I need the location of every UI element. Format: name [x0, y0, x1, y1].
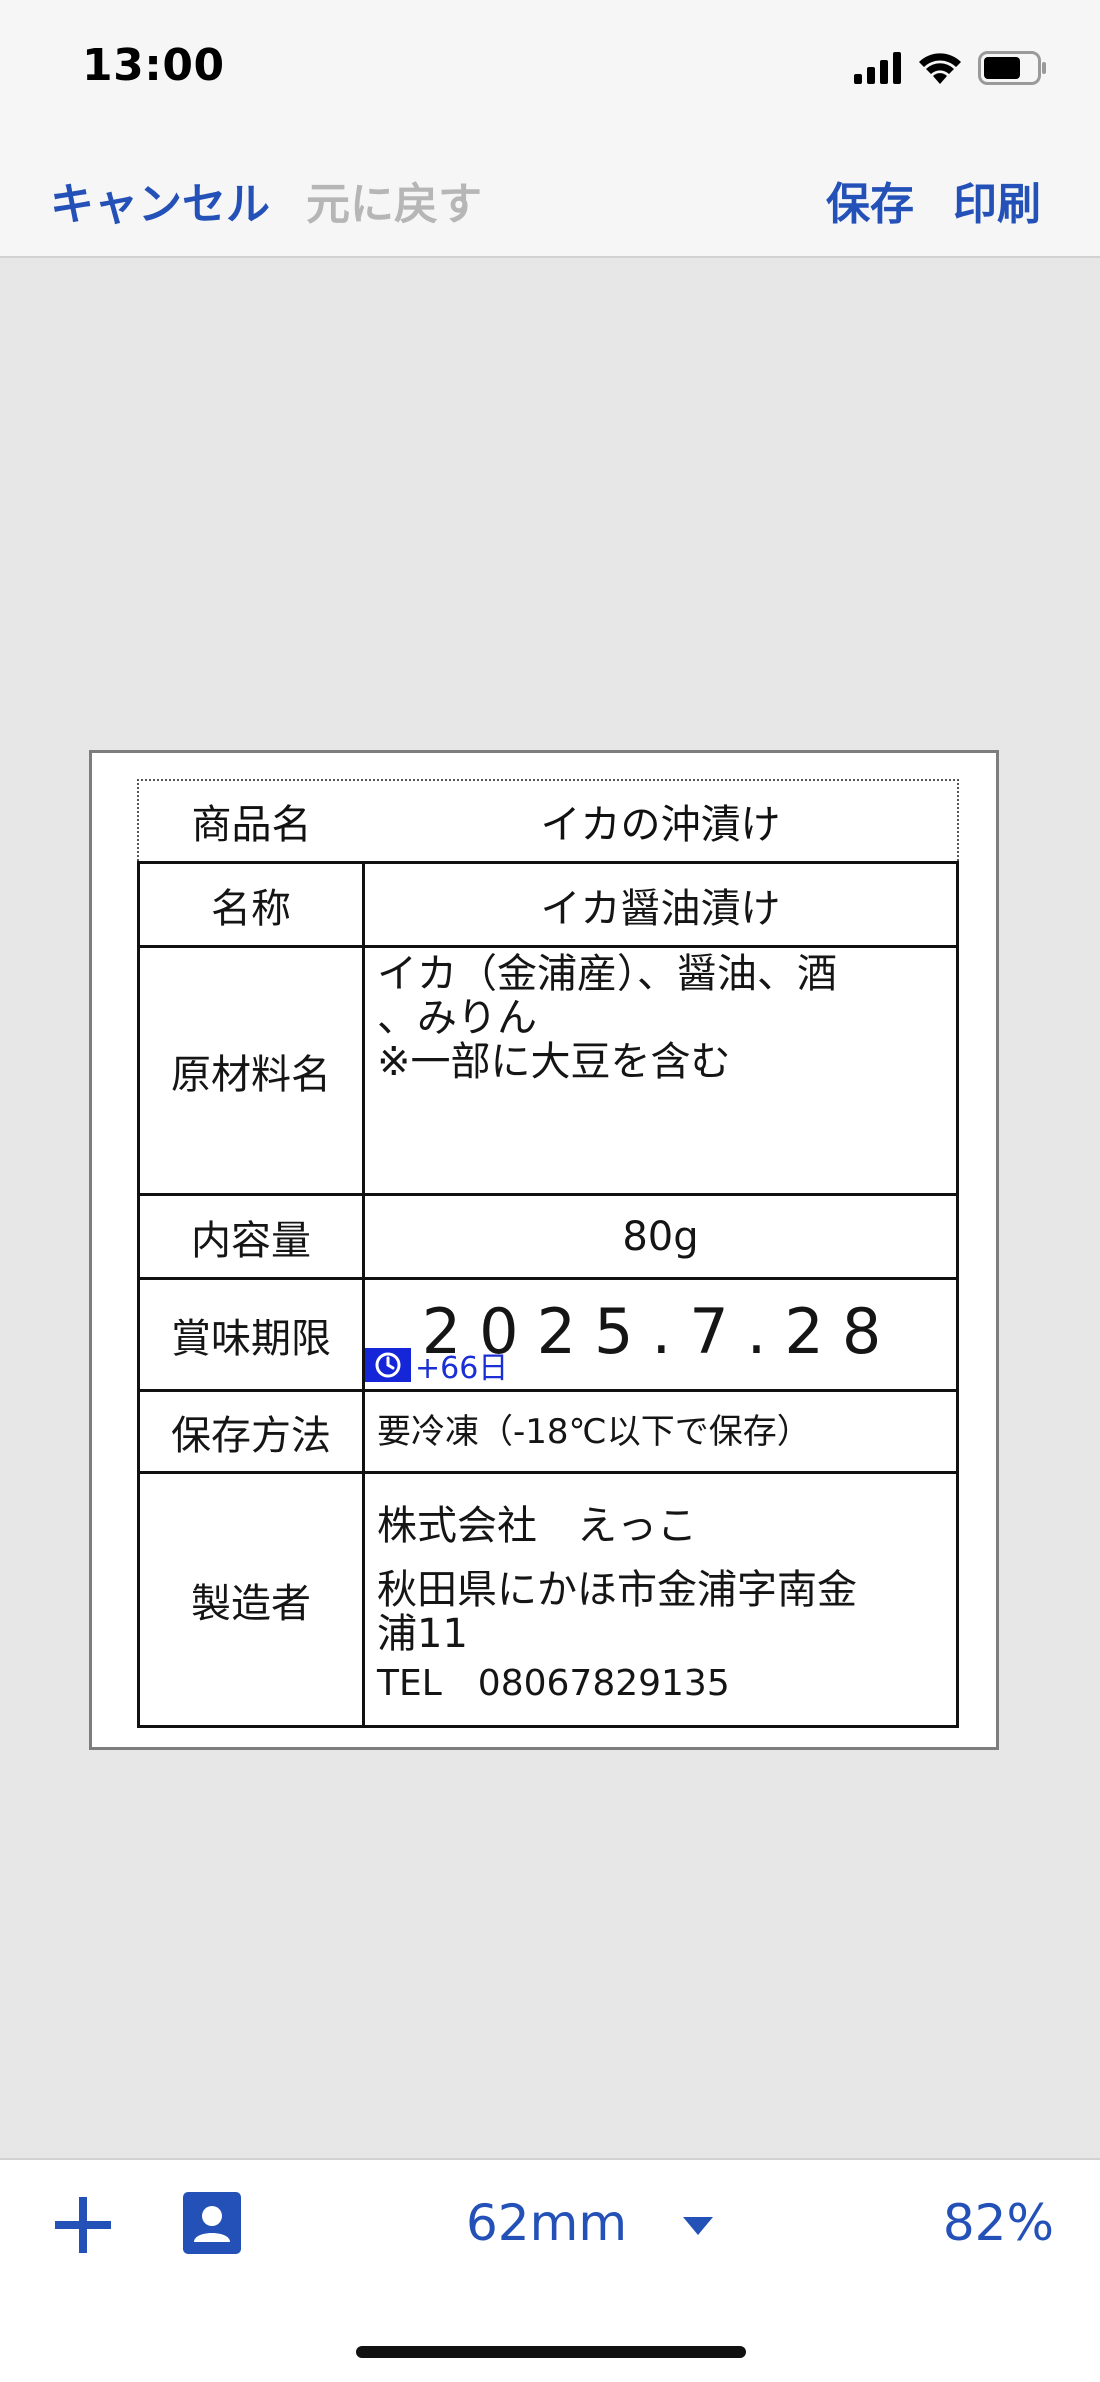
expiry-label: 賞味期限: [137, 1277, 365, 1392]
product-name-label: 商品名: [191, 802, 312, 848]
ingredients-row[interactable]: 原材料名 イカ（金浦産）、醤油、酒 、みりん ※一部に大豆を含む: [137, 945, 959, 1196]
label-table: 名称 イカ醤油漬け 原材料名 イカ（金浦産）、醤油、酒 、みりん ※一部に大豆を…: [137, 861, 959, 1728]
ingredients-value: イカ（金浦産）、醤油、酒 、みりん ※一部に大豆を含む: [362, 945, 959, 1196]
maker-row[interactable]: 製造者 株式会社 えっこ 秋田県にかほ市金浦字南金 浦11 TEL 080678…: [137, 1471, 959, 1728]
storage-value: 要冷凍（-18℃以下で保存）: [362, 1389, 959, 1474]
expiry-offset-text: +66日: [415, 1351, 509, 1386]
clock-icon: [365, 1348, 411, 1382]
cellular-signal-icon: [854, 52, 901, 84]
maker-tel: TEL 08067829135: [377, 1662, 730, 1704]
storage-row[interactable]: 保存方法 要冷凍（-18℃以下で保存）: [137, 1389, 959, 1474]
name-label: 名称: [137, 861, 365, 948]
name-row[interactable]: 名称 イカ醤油漬け: [137, 861, 959, 948]
maker-label: 製造者: [137, 1471, 365, 1728]
ingredients-line-1: イカ（金浦産）、醤油、酒: [377, 951, 837, 997]
caret-down-icon[interactable]: [683, 2217, 713, 2235]
save-button[interactable]: 保存: [826, 168, 914, 232]
content-value: 80g: [362, 1193, 959, 1280]
ingredients-label: 原材料名: [137, 945, 365, 1196]
add-icon[interactable]: [52, 2194, 114, 2256]
ingredients-line-2: 、みりん: [377, 995, 537, 1041]
print-button[interactable]: 印刷: [953, 168, 1041, 232]
maker-value: 株式会社 えっこ 秋田県にかほ市金浦字南金 浦11 TEL 0806782913…: [362, 1471, 959, 1728]
content-row[interactable]: 内容量 80g: [137, 1193, 959, 1280]
status-time: 13:00: [82, 40, 225, 91]
label-size-selector[interactable]: 62mm: [466, 2194, 627, 2252]
name-value: イカ醤油漬け: [362, 861, 959, 948]
maker-company: 株式会社 えっこ: [377, 1502, 697, 1549]
zoom-level: 82%: [942, 2194, 1054, 2252]
expiry-row[interactable]: 賞味期限 2025.7.28 +66日: [137, 1277, 959, 1392]
expiry-cell: 2025.7.28 +66日: [362, 1277, 959, 1392]
contact-card-icon[interactable]: [183, 2192, 241, 2254]
maker-address-line-1: 秋田県にかほ市金浦字南金: [377, 1566, 857, 1613]
label-preview[interactable]: 商品名 イカの沖漬け 名称 イカ醤油漬け 原材料名 イカ（金浦産）、醤油、酒 、…: [89, 750, 999, 1750]
battery-icon: [978, 51, 1046, 85]
home-indicator: [356, 2346, 746, 2358]
top-bar: 13:00 キャンセル 元に戻す 保存 印刷: [0, 0, 1100, 258]
storage-label: 保存方法: [137, 1389, 365, 1474]
undo-button[interactable]: 元に戻す: [306, 168, 482, 232]
wifi-icon: [919, 53, 961, 84]
cancel-button[interactable]: キャンセル: [50, 168, 270, 232]
product-name-value: イカの沖漬け: [540, 802, 781, 848]
ingredients-note: ※一部に大豆を含む: [377, 1039, 731, 1085]
status-icons: [854, 48, 1048, 88]
content-label: 内容量: [137, 1193, 365, 1280]
product-name-row[interactable]: 商品名 イカの沖漬け: [137, 779, 959, 861]
maker-address-line-2: 浦11: [377, 1610, 468, 1657]
bottom-toolbar: 62mm 82%: [0, 2158, 1100, 2382]
expiry-offset-badge[interactable]: +66日: [365, 1343, 508, 1387]
